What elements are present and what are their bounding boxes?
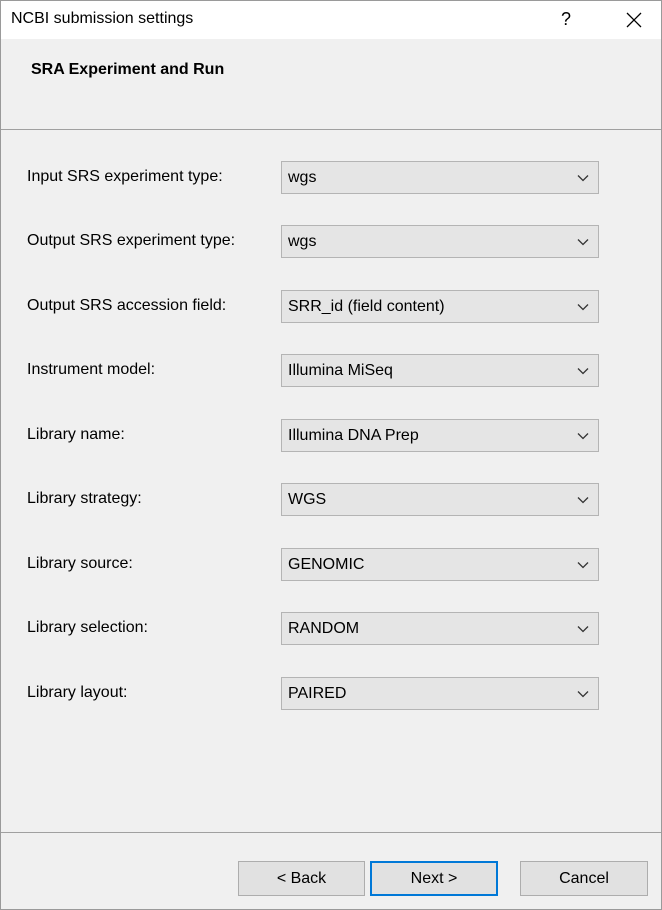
chevron-down-icon [577, 368, 589, 375]
library-layout-dropdown[interactable]: PAIRED [281, 677, 599, 710]
dropdown-value: wgs [288, 169, 317, 186]
window-title: NCBI submission settings [11, 10, 194, 27]
field-row-output-srs-accession-field: Output SRS accession field: SRR_id (fiel… [1, 290, 661, 324]
help-button[interactable]: ? [545, 1, 587, 39]
library-name-dropdown[interactable]: Illumina DNA Prep [281, 419, 599, 452]
dropdown-value: Illumina DNA Prep [288, 427, 419, 444]
field-label: Library layout: [27, 684, 128, 701]
title-bar: NCBI submission settings ? [1, 1, 661, 39]
chevron-down-icon [577, 626, 589, 633]
chevron-down-icon [577, 497, 589, 504]
ncbi-submission-settings-dialog: NCBI submission settings ? SRA Experimen… [0, 0, 662, 910]
cancel-button[interactable]: Cancel [520, 861, 648, 896]
button-bar: < Back Next > Cancel [1, 833, 661, 909]
output-srs-accession-field-dropdown[interactable]: SRR_id (field content) [281, 290, 599, 323]
next-button[interactable]: Next > [370, 861, 498, 896]
close-button[interactable] [613, 1, 655, 39]
chevron-down-icon [577, 433, 589, 440]
input-srs-experiment-type-dropdown[interactable]: wgs [281, 161, 599, 194]
dropdown-value: wgs [288, 233, 317, 250]
settings-form: Input SRS experiment type: wgs Output SR… [1, 130, 661, 833]
field-label: Library selection: [27, 619, 148, 636]
field-label: Library name: [27, 426, 125, 443]
dropdown-value: SRR_id (field content) [288, 298, 445, 315]
field-row-library-selection: Library selection: RANDOM [1, 612, 661, 646]
field-label: Input SRS experiment type: [27, 168, 223, 185]
dropdown-value: WGS [288, 491, 327, 508]
field-row-instrument-model: Instrument model: Illumina MiSeq [1, 354, 661, 388]
dropdown-value: RANDOM [288, 620, 360, 637]
dropdown-value: PAIRED [288, 685, 347, 702]
field-label: Output SRS accession field: [27, 297, 227, 314]
page-title: SRA Experiment and Run [31, 61, 225, 78]
library-selection-dropdown[interactable]: RANDOM [281, 612, 599, 645]
field-label: Instrument model: [27, 361, 156, 378]
field-label: Output SRS experiment type: [27, 232, 236, 249]
close-icon [626, 12, 642, 28]
field-label: Library source: [27, 555, 133, 572]
dropdown-value: Illumina MiSeq [288, 362, 393, 379]
library-strategy-dropdown[interactable]: WGS [281, 483, 599, 516]
field-row-input-srs-experiment-type: Input SRS experiment type: wgs [1, 161, 661, 195]
chevron-down-icon [577, 175, 589, 182]
field-row-library-name: Library name: Illumina DNA Prep [1, 419, 661, 453]
field-row-output-srs-experiment-type: Output SRS experiment type: wgs [1, 225, 661, 259]
dropdown-value: GENOMIC [288, 556, 365, 573]
chevron-down-icon [577, 691, 589, 698]
library-source-dropdown[interactable]: GENOMIC [281, 548, 599, 581]
field-row-library-layout: Library layout: PAIRED [1, 677, 661, 711]
output-srs-experiment-type-dropdown[interactable]: wgs [281, 225, 599, 258]
instrument-model-dropdown[interactable]: Illumina MiSeq [281, 354, 599, 387]
field-row-library-source: Library source: GENOMIC [1, 548, 661, 582]
chevron-down-icon [577, 239, 589, 246]
chevron-down-icon [577, 562, 589, 569]
field-row-library-strategy: Library strategy: WGS [1, 483, 661, 517]
wizard-header: SRA Experiment and Run [1, 39, 661, 130]
field-label: Library strategy: [27, 490, 142, 507]
back-button[interactable]: < Back [238, 861, 365, 896]
chevron-down-icon [577, 304, 589, 311]
